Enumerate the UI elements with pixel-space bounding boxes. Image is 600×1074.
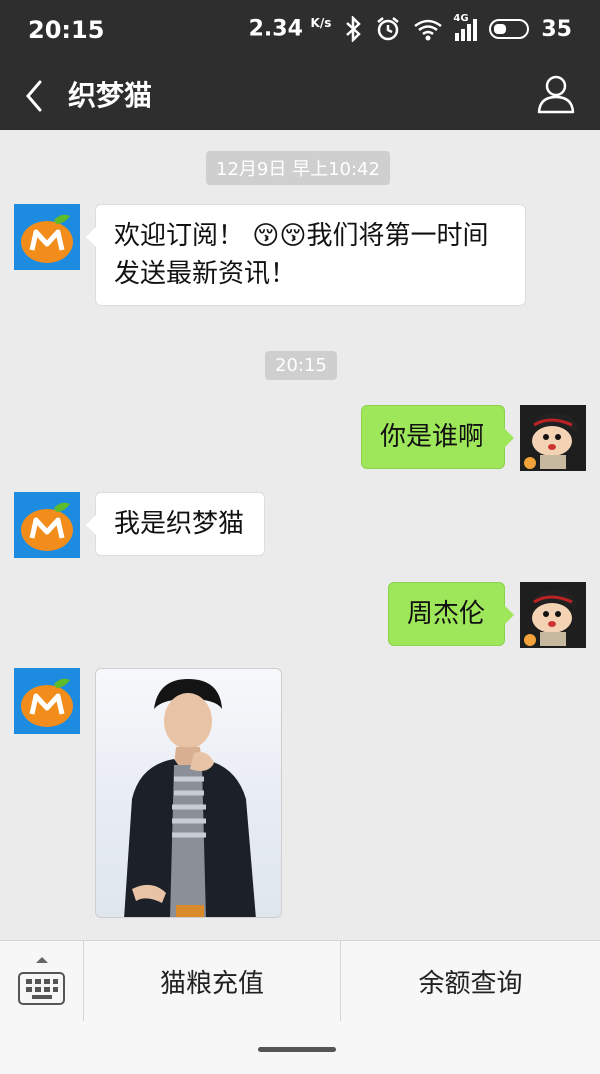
menu-balance-button[interactable]: 余额查询	[341, 941, 600, 1021]
signal-bar	[467, 24, 472, 41]
menu-recharge-button[interactable]: 猫粮充值	[84, 941, 341, 1021]
official-account-avatar[interactable]	[14, 668, 80, 734]
signal-type: 4G	[453, 13, 469, 24]
signal-bar	[473, 19, 478, 41]
message-bubble-sent[interactable]: 你是谁啊	[361, 405, 514, 469]
message-text: 欢迎订阅！ 😚😚我们将第一时间	[114, 221, 489, 251]
chat-area[interactable]: 12月9日 早上10:42 欢迎订阅！ 😚😚我们将第一时间 发送最新资讯！ 20…	[0, 130, 600, 940]
keyboard-toggle-button[interactable]	[0, 941, 84, 1021]
keyboard-icon	[18, 957, 65, 1005]
zhimengmao-logo-icon	[21, 502, 73, 551]
message-text: 周杰伦	[407, 599, 486, 629]
user-avatar[interactable]	[520, 405, 586, 471]
network-speed-unit: K/s	[310, 16, 332, 31]
network-speed-value: 2.34	[248, 16, 303, 42]
cellular-signal-icon: 4G	[453, 13, 478, 41]
status-time: 20:15	[28, 16, 105, 44]
home-indicator[interactable]	[258, 1047, 336, 1052]
message-text: 你是谁啊	[380, 422, 485, 452]
timestamp: 20:15	[265, 351, 337, 380]
alarm-icon	[377, 17, 400, 41]
wifi-icon	[414, 19, 443, 41]
signal-bar	[461, 29, 466, 41]
status-right: 2.34 K/s 4G 35	[249, 13, 572, 42]
battery-icon	[489, 19, 530, 39]
bottom-menu-bar: 猫粮充值 余额查询	[0, 940, 600, 1074]
bluetooth-icon	[346, 16, 362, 42]
message-bubble[interactable]: 我是织梦猫	[86, 492, 265, 556]
back-arrow-icon[interactable]	[18, 74, 54, 118]
user-avatar[interactable]	[520, 582, 586, 648]
battery-level: 35	[541, 16, 572, 42]
user-avatar-image	[520, 582, 586, 648]
timestamp: 12月9日 早上10:42	[206, 151, 390, 185]
message-text: 发送最新资讯！	[114, 259, 297, 289]
user-avatar-image	[520, 405, 586, 471]
chat-title: 织梦猫	[68, 79, 153, 112]
network-speed: 2.34 K/s	[249, 16, 332, 41]
profile-icon[interactable]	[536, 72, 576, 116]
status-bar: 20:15 2.34 K/s 4G 35	[0, 0, 600, 62]
zhimengmao-logo-icon	[21, 214, 73, 263]
zhimengmao-logo-icon	[21, 678, 73, 727]
message-bubble-sent[interactable]: 周杰伦	[388, 582, 514, 646]
message-bubble[interactable]: 欢迎订阅！ 😚😚我们将第一时间 发送最新资讯！	[86, 204, 526, 306]
official-account-avatar[interactable]	[14, 492, 80, 558]
signal-bar	[455, 33, 460, 41]
title-bar: 织梦猫	[0, 62, 600, 130]
official-account-avatar[interactable]	[14, 204, 80, 270]
message-text: 我是织梦猫	[114, 509, 245, 539]
image-message[interactable]	[95, 668, 282, 918]
person-photo	[124, 679, 256, 917]
